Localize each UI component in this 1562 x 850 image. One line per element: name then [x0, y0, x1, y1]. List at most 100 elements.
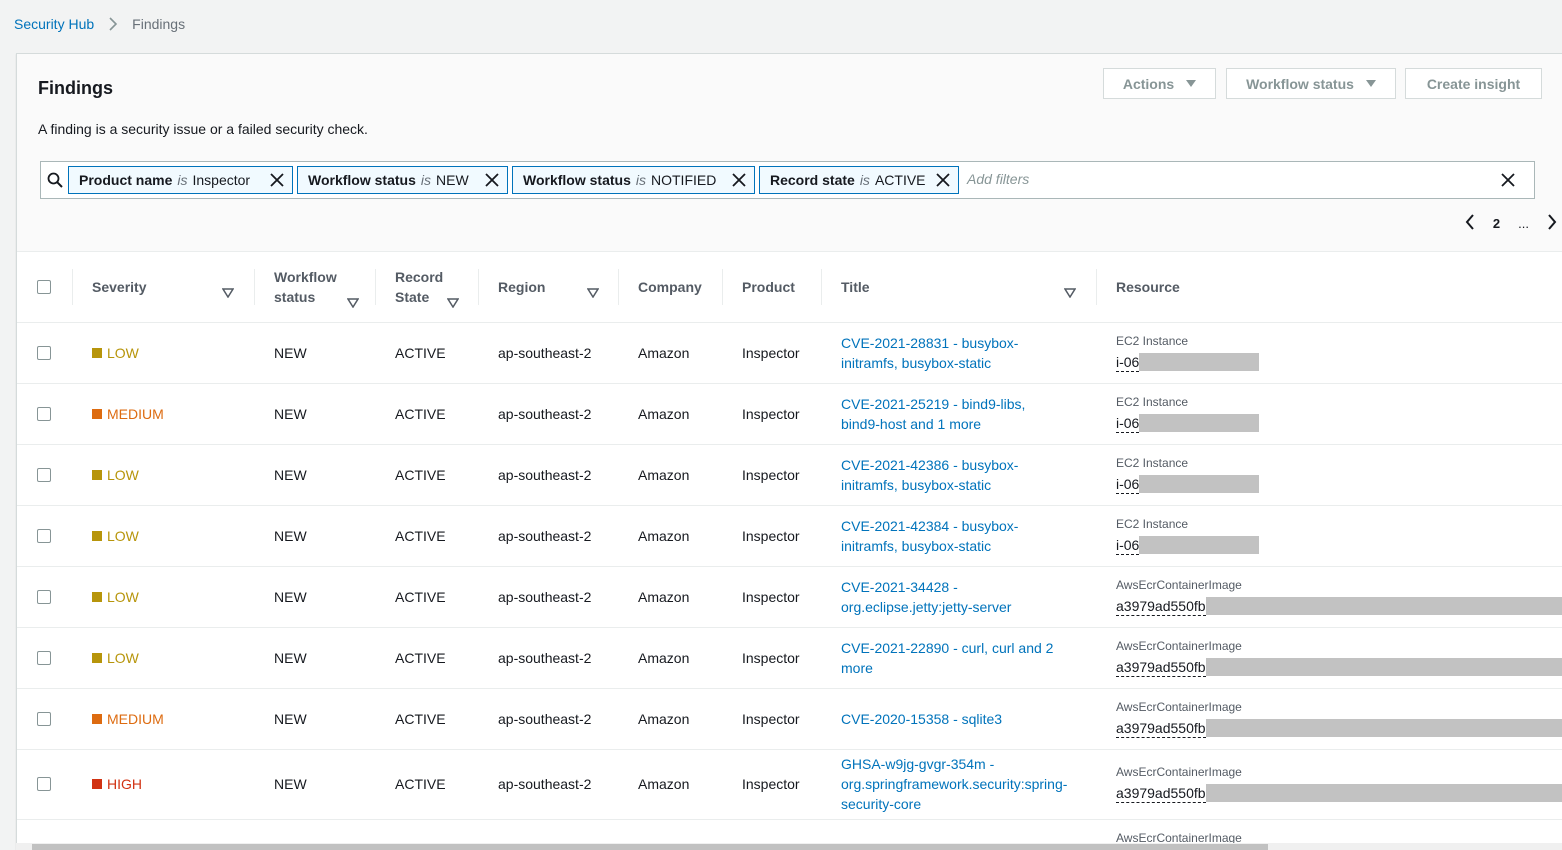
finding-title-link[interactable]: more — [841, 658, 1096, 678]
table-row[interactable]: MEDIUM NEW ACTIVE ap-southeast-2 Amazon … — [17, 688, 1562, 749]
filter-token-workflow-notified[interactable]: Workflow status is NOTIFIED — [512, 166, 755, 194]
table-row[interactable]: LOW NEW ACTIVE ap-southeast-2 Amazon Ins… — [17, 566, 1562, 627]
region-cell: ap-southeast-2 — [498, 710, 592, 727]
filter-token-workflow-new[interactable]: Workflow status is NEW — [297, 166, 508, 194]
row-checkbox[interactable] — [37, 589, 51, 604]
table-row[interactable]: LOW NEW ACTIVE ap-southeast-2 Amazon Ins… — [17, 505, 1562, 566]
header-region[interactable]: Region — [478, 253, 618, 322]
table-row[interactable]: HIGH NEW ACTIVE ap-southeast-2 Amazon In… — [17, 749, 1562, 819]
header-record-state[interactable]: Record State — [375, 253, 478, 322]
severity-badge: LOW — [92, 648, 139, 668]
chevron-left-icon[interactable] — [1465, 214, 1475, 233]
remove-filter-icon[interactable] — [270, 173, 284, 190]
sort-caret-icon[interactable] — [346, 293, 360, 313]
finding-title-link[interactable]: CVE-2021-42386 - busybox- — [841, 455, 1096, 475]
header-severity[interactable]: Severity — [72, 253, 254, 322]
severity-cell: MEDIUM — [72, 383, 254, 444]
remove-filter-icon[interactable] — [485, 173, 499, 190]
resource-id[interactable]: i-06 — [1116, 414, 1562, 433]
sort-caret-icon[interactable] — [221, 283, 235, 303]
resource-id-text[interactable]: a3979ad550fb — [1116, 784, 1206, 803]
product-cell: Inspector — [742, 776, 800, 792]
resource-cell: EC2 Instance i-06 — [1096, 444, 1562, 505]
severity-badge: MEDIUM — [92, 709, 164, 729]
severity-cell: LOW — [72, 444, 254, 505]
finding-title-link[interactable]: initramfs, busybox-static — [841, 353, 1096, 373]
resource-id-text[interactable]: a3979ad550fb — [1116, 719, 1206, 738]
finding-title-link[interactable]: CVE-2021-42384 - busybox- — [841, 516, 1096, 536]
filter-token-product-name[interactable]: Product name is Inspector — [68, 166, 293, 194]
select-all-checkbox[interactable] — [37, 280, 51, 295]
row-checkbox[interactable] — [37, 406, 51, 421]
scrollbar-thumb[interactable] — [32, 844, 1268, 850]
row-checkbox[interactable] — [37, 650, 51, 665]
resource-id[interactable]: i-06 — [1116, 536, 1562, 555]
title-cell: CVE-2021-42384 - busybox-initramfs, busy… — [821, 505, 1096, 566]
header-checkbox-cell — [17, 253, 72, 322]
company-cell: Amazon — [638, 344, 690, 361]
row-checkbox-cell — [17, 749, 72, 819]
workflow-status-button[interactable]: Workflow status — [1226, 68, 1396, 99]
redacted-block — [1205, 597, 1562, 615]
resource-id[interactable]: i-06 — [1116, 475, 1562, 494]
sort-caret-icon[interactable] — [586, 283, 600, 303]
resource-id[interactable]: a3979ad550fb — [1116, 719, 1562, 738]
finding-title-link[interactable]: CVE-2021-22890 - curl, curl and 2 — [841, 638, 1096, 658]
resource-id-text[interactable]: i-06 — [1116, 475, 1140, 494]
row-checkbox[interactable] — [37, 711, 51, 726]
severity-label: LOW — [107, 649, 139, 666]
finding-title-link[interactable]: CVE-2020-15358 - sqlite3 — [841, 709, 1096, 729]
finding-title-link[interactable]: GHSA-w9jg-gvgr-354m - — [841, 754, 1096, 774]
finding-title-link[interactable]: security-core — [841, 794, 1096, 814]
table-row[interactable]: LOW NEW ACTIVE ap-southeast-2 Amazon Ins… — [17, 322, 1562, 383]
table-header-row: Severity Workflow status Record State Regi… — [17, 253, 1562, 322]
clear-filters-icon[interactable] — [1500, 172, 1516, 191]
header-workflow-label-2: status — [274, 289, 316, 306]
row-checkbox[interactable] — [37, 528, 51, 543]
filter-bar[interactable]: Product name is Inspector Workflow statu… — [40, 161, 1535, 199]
sort-caret-icon[interactable] — [1063, 283, 1077, 303]
add-filters-input[interactable]: Add filters — [967, 171, 1029, 187]
header-workflow-status[interactable]: Workflow status — [254, 253, 375, 322]
resource-id[interactable]: i-06 — [1116, 353, 1562, 372]
filter-token-record-state[interactable]: Record state is ACTIVE — [759, 166, 959, 194]
redacted-block — [1205, 784, 1562, 802]
finding-title-link[interactable]: initramfs, busybox-static — [841, 475, 1096, 495]
finding-title-link[interactable]: bind9-host and 1 more — [841, 414, 1096, 434]
resource-id-text[interactable]: a3979ad550fb — [1116, 597, 1206, 616]
search-icon — [47, 172, 63, 191]
resource-cell: AwsEcrContainerImage a3979ad550fb — [1096, 627, 1562, 688]
table-row[interactable]: LOW NEW ACTIVE ap-southeast-2 Amazon Ins… — [17, 444, 1562, 505]
severity-label: LOW — [107, 527, 139, 544]
remove-filter-icon[interactable] — [732, 173, 746, 190]
finding-title-link[interactable]: CVE-2021-34428 - — [841, 577, 1096, 597]
resource-id-text[interactable]: i-06 — [1116, 414, 1140, 433]
remove-filter-icon[interactable] — [936, 173, 950, 190]
resource-id[interactable]: a3979ad550fb — [1116, 658, 1562, 677]
row-checkbox[interactable] — [37, 467, 51, 482]
table-row[interactable]: LOW NEW ACTIVE ap-southeast-2 Amazon Ins… — [17, 627, 1562, 688]
breadcrumb-link-security-hub[interactable]: Security Hub — [14, 16, 94, 32]
table-row[interactable]: MEDIUM NEW ACTIVE ap-southeast-2 Amazon … — [17, 383, 1562, 444]
actions-button[interactable]: Actions — [1103, 68, 1216, 99]
finding-title-link[interactable]: CVE-2021-28831 - busybox- — [841, 333, 1096, 353]
header-title[interactable]: Title — [821, 253, 1096, 322]
resource-id[interactable]: a3979ad550fb — [1116, 784, 1562, 803]
finding-title-link[interactable]: org.eclipse.jetty:jetty-server — [841, 597, 1096, 617]
row-checkbox[interactable] — [37, 777, 51, 791]
row-checkbox-cell — [17, 566, 72, 627]
resource-id[interactable]: a3979ad550fb — [1116, 597, 1562, 616]
resource-id-text[interactable]: a3979ad550fb — [1116, 658, 1206, 677]
resource-id-text[interactable]: i-06 — [1116, 353, 1140, 372]
finding-title-link[interactable]: initramfs, busybox-static — [841, 536, 1096, 556]
page-number[interactable]: 2 — [1493, 216, 1500, 231]
finding-title-link[interactable]: org.springframework.security:spring- — [841, 774, 1096, 794]
workflow-status-cell: NEW — [274, 405, 307, 422]
create-insight-button[interactable]: Create insight — [1405, 68, 1542, 99]
horizontal-scrollbar[interactable] — [16, 843, 1562, 850]
resource-id-text[interactable]: i-06 — [1116, 536, 1140, 555]
finding-title-link[interactable]: CVE-2021-25219 - bind9-libs, — [841, 394, 1096, 414]
sort-caret-icon[interactable] — [446, 293, 460, 313]
chevron-right-icon[interactable] — [1547, 214, 1557, 233]
row-checkbox[interactable] — [37, 345, 51, 360]
